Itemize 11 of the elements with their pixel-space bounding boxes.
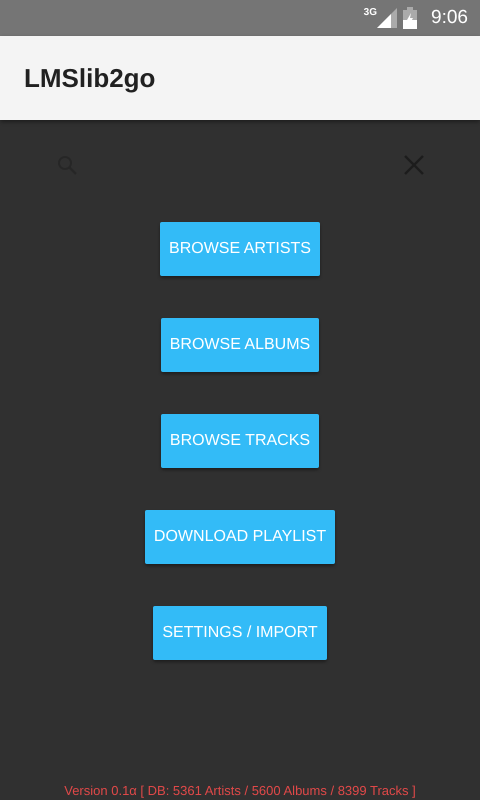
version-info: Version 0.1α [ DB: 5361 Artists / 5600 Albums / 8399 Tracks ]: [63, 783, 417, 800]
network-type: 3G: [364, 7, 378, 18]
menu-button[interactable]: BROWSE TRACKS: [160, 414, 320, 468]
app-title: LMSlib2go: [24, 62, 156, 94]
signal-icon: [377, 8, 398, 28]
menu-button[interactable]: SETTINGS / IMPORT: [153, 606, 327, 660]
menu-button[interactable]: BROWSE ALBUMS: [160, 318, 320, 372]
menu-button[interactable]: DOWNLOAD PLAYLIST: [144, 510, 336, 564]
clock: 9:06: [431, 7, 468, 29]
battery-icon: [403, 7, 418, 29]
menu-button[interactable]: BROWSE ARTISTS: [160, 222, 320, 276]
